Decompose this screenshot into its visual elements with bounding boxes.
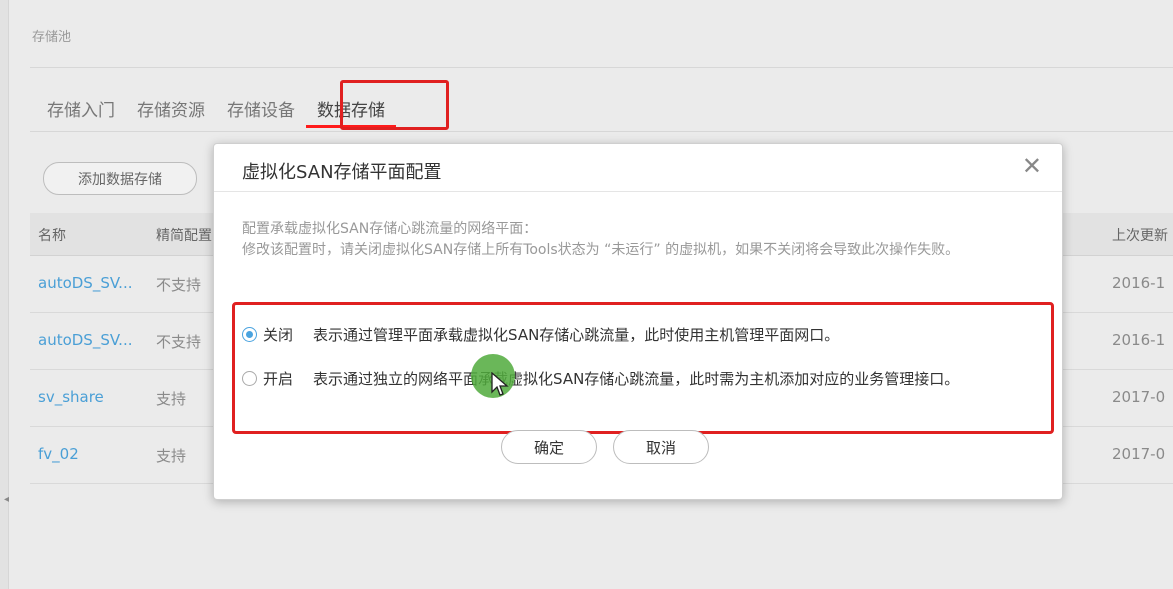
dialog-description: 配置承载虚拟化SAN存储心跳流量的网络平面： 修改该配置时，请关闭虚拟化SAN存… (242, 219, 1042, 261)
column-header-name[interactable]: 名称 (38, 225, 66, 245)
updated-cell: 2017-0 (1112, 388, 1166, 406)
san-plane-config-dialog: 虚拟化SAN存储平面配置 ✕ 配置承载虚拟化SAN存储心跳流量的网络平面： 修改… (213, 143, 1063, 500)
breadcrumb: 存储池 (32, 30, 72, 45)
close-icon[interactable]: ✕ (1022, 154, 1042, 178)
description-line: 配置承载虚拟化SAN存储心跳流量的网络平面： (242, 221, 538, 237)
divider (30, 67, 1173, 68)
tab-storage-devices[interactable]: 存储设备 (216, 92, 306, 128)
option-label: 关闭 (263, 326, 294, 344)
datastore-name-link[interactable]: fv_02 (38, 445, 79, 463)
datastore-name-link[interactable]: sv_share (38, 388, 104, 406)
option-enable[interactable]: 开启 表示通过独立的网络平面承载虚拟化SAN存储心跳流量，此时需为主机添加对应的… (242, 368, 959, 389)
radio-enable[interactable] (242, 371, 257, 386)
datastore-name-link[interactable]: autoDS_SV... (38, 274, 132, 292)
option-description: 表示通过独立的网络平面承载虚拟化SAN存储心跳流量，此时需为主机添加对应的业务管… (313, 370, 960, 388)
option-disable[interactable]: 关闭 表示通过管理平面承载虚拟化SAN存储心跳流量，此时使用主机管理平面网口。 (242, 324, 839, 345)
tab-storage-resources[interactable]: 存储资源 (126, 92, 216, 128)
updated-cell: 2016-1 (1112, 274, 1166, 292)
column-header-thin[interactable]: 精简配置 (156, 225, 212, 245)
tab-highlight-box (340, 80, 449, 130)
updated-cell: 2016-1 (1112, 331, 1166, 349)
tab-storage-intro[interactable]: 存储入门 (36, 92, 126, 128)
column-header-updated[interactable]: 上次更新 (1112, 225, 1168, 245)
thin-provision-cell: 不支持 (156, 333, 202, 351)
description-line: 修改该配置时，请关闭虚拟化SAN存储上所有Tools状态为 “未运行” 的虚拟机… (242, 242, 960, 258)
divider (30, 131, 1173, 132)
ok-button[interactable]: 确定 (501, 430, 597, 464)
thin-provision-cell: 支持 (156, 390, 187, 408)
datastore-name-link[interactable]: autoDS_SV... (38, 331, 132, 349)
collapse-handle-icon[interactable]: ◂ (4, 494, 10, 524)
add-datastore-button[interactable]: 添加数据存储 (43, 162, 197, 195)
cancel-button[interactable]: 取消 (613, 430, 709, 464)
dialog-title: 虚拟化SAN存储平面配置 (242, 162, 442, 183)
dialog-divider (214, 191, 1062, 192)
updated-cell: 2017-0 (1112, 445, 1166, 463)
mouse-cursor-icon (491, 372, 509, 396)
option-label: 开启 (263, 370, 294, 388)
option-description: 表示通过管理平面承载虚拟化SAN存储心跳流量，此时使用主机管理平面网口。 (313, 326, 840, 344)
thin-provision-cell: 不支持 (156, 276, 202, 294)
thin-provision-cell: 支持 (156, 447, 187, 465)
radio-disable[interactable] (242, 327, 257, 342)
